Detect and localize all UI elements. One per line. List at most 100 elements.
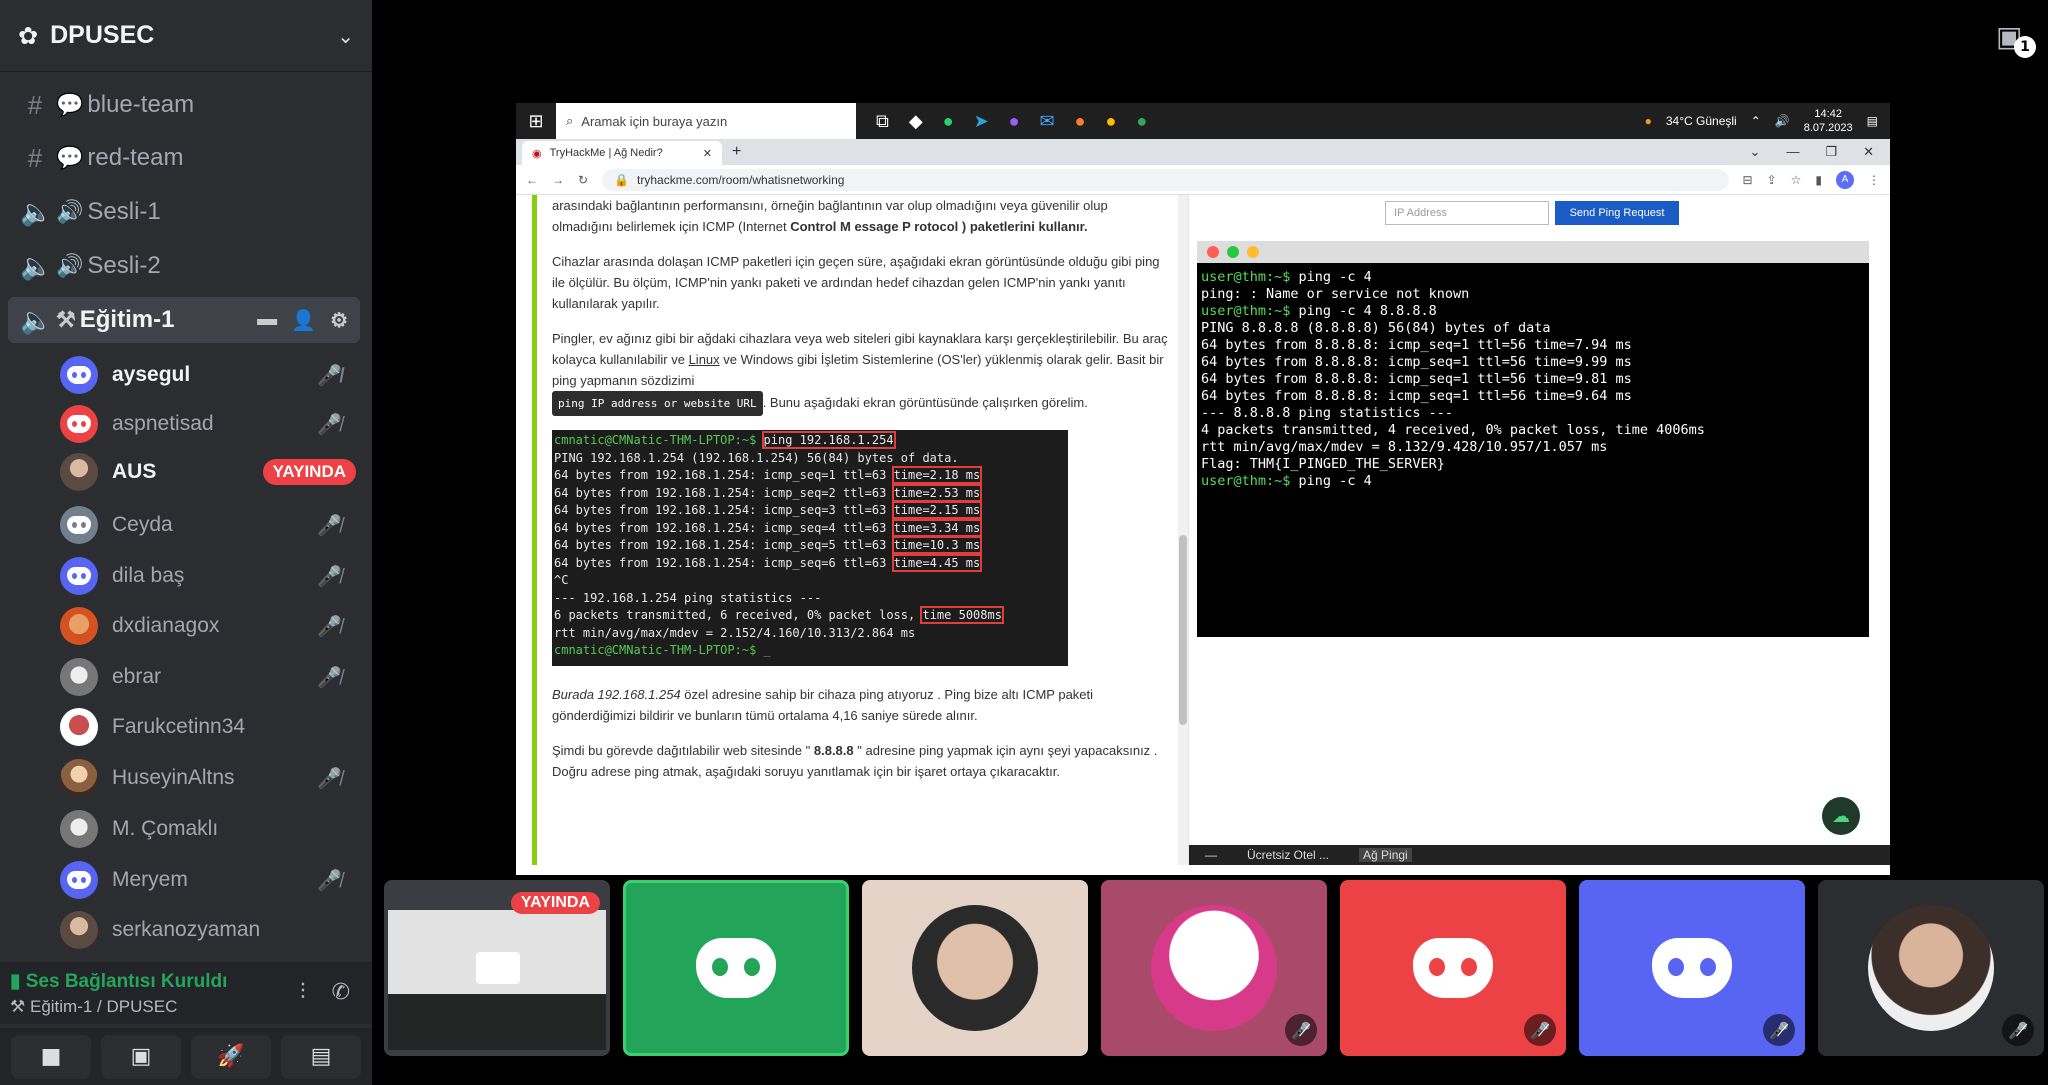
participant-tile-screen[interactable]: YAYINDA <box>384 880 610 1056</box>
voice-user[interactable]: M. Çomaklı <box>60 806 364 852</box>
cloud-icon[interactable]: ☁ <box>1822 797 1860 835</box>
screen-share-stream[interactable]: ⊞ ⌕ Aramak için buraya yazın ⧉ ◆ ● ➤ ● ✉… <box>516 103 1890 875</box>
whatsapp-icon[interactable]: ● <box>943 111 954 132</box>
ip-address-input[interactable]: IP Address <box>1385 201 1549 225</box>
linux-link[interactable]: Linux <box>689 352 720 367</box>
scrollbar-thumb[interactable] <box>1179 535 1187 725</box>
terminal-window[interactable]: user@thm:~$ ping -c 4 ping: : Name or se… <box>1197 241 1869 637</box>
participant-tile[interactable]: 🎤̸ <box>1818 880 2044 1056</box>
scrollbar[interactable] <box>1178 195 1188 865</box>
url-field[interactable]: 🔒 tryhackme.com/room/whatisnetworking <box>602 168 1729 191</box>
voice-connection-panel: ▮ Ses Bağlantısı Kuruldı ⚒ Eğitim-1 / DP… <box>0 962 372 1024</box>
new-tab-icon[interactable]: + <box>732 143 741 161</box>
translate-icon[interactable]: ⊟ <box>1743 173 1753 187</box>
reload-icon[interactable]: ↻ <box>578 173 588 187</box>
app-icon[interactable]: ◆ <box>909 111 923 132</box>
bookmark-star-icon[interactable]: ☆ <box>1791 173 1802 187</box>
profile-avatar[interactable]: A <box>1836 170 1854 189</box>
disconnect-icon[interactable]: ✆ <box>332 980 350 1005</box>
share-icon[interactable]: ⇪ <box>1767 173 1777 187</box>
text: Control <box>790 219 837 234</box>
participant-tile[interactable]: 🎤̸ <box>1579 880 1805 1056</box>
notification-icon[interactable]: ▤ <box>1867 114 1878 128</box>
line: rtt min/avg/max/mdev = 8.132/9.428/10.95… <box>1201 439 1608 455</box>
volume-icon[interactable]: 🔊 <box>1775 114 1790 128</box>
telegram-icon[interactable]: ➤ <box>974 111 989 132</box>
taskbar-search[interactable]: ⌕ Aramak için buraya yazın <box>556 103 856 139</box>
activity-button[interactable]: 🚀 <box>191 1034 271 1079</box>
participant-tile[interactable] <box>623 880 849 1056</box>
voice-user[interactable]: dxdianagox 🎤̸ <box>60 603 364 649</box>
article-paragraph: arasındaki bağlantının performansını, ör… <box>552 195 1172 237</box>
forward-icon[interactable]: → <box>552 173 564 187</box>
minimize-icon[interactable]: — <box>1786 144 1799 160</box>
screen-share-button[interactable]: ▣ <box>101 1034 181 1079</box>
task-view-icon[interactable]: ⧉ <box>876 111 889 132</box>
voice-user[interactable]: ebrar 🎤̸ <box>60 654 364 700</box>
voice-user[interactable]: Farukcetinn34 <box>60 704 364 750</box>
server-header[interactable]: ✿ DPUSEC ⌄ <box>0 0 372 72</box>
discord-logo-icon <box>67 366 91 384</box>
voice-user[interactable]: HuseyinAltns 🎤̸ <box>60 755 364 801</box>
firefox-icon[interactable]: ● <box>1075 111 1086 132</box>
maximize-dot-icon[interactable] <box>1227 246 1239 258</box>
voice-user[interactable]: serkanozyaman <box>60 907 364 953</box>
text: M essage P rotocol ) paketlerini kullanı… <box>836 219 1088 234</box>
tab-ag-pingi[interactable]: Ağ Pingi <box>1359 848 1412 862</box>
close-tab-icon[interactable]: ✕ <box>703 147 712 160</box>
channel-egitim-1[interactable]: 🔈 ⚒ Eğitim-1 ▬ 👤 ⚙ <box>8 297 360 343</box>
menu-kebab-icon[interactable]: ⋮ <box>1868 173 1880 187</box>
windows-start-icon[interactable]: ⊞ <box>516 111 556 132</box>
text: . Bunu aşağıdaki ekran görüntüsünde çalı… <box>762 395 1088 410</box>
voice-user[interactable]: aysegul 🎤̸ <box>60 352 364 398</box>
participant-tile[interactable]: 🎤̸ <box>1340 880 1566 1056</box>
send-ping-button[interactable]: Send Ping Request <box>1555 201 1679 225</box>
camera-button[interactable]: ■ <box>11 1034 91 1079</box>
voice-user[interactable]: AUS YAYINDA <box>60 449 364 495</box>
mic-muted-icon: 🎤̸ <box>317 869 342 892</box>
channel-sesli-1[interactable]: 🔈 🔊 Sesli-1 <box>8 189 360 235</box>
line: 64 bytes from 192.168.1.254: icmp_seq=4 … <box>554 520 894 535</box>
avatar <box>60 453 98 491</box>
time: time=2.15 ms <box>891 501 983 519</box>
line: --- 192.168.1.254 ping statistics --- <box>554 590 822 605</box>
voice-user[interactable]: Ceyda 🎤̸ <box>60 502 364 548</box>
user-name: Meryem <box>112 868 188 891</box>
noise-suppression-icon[interactable]: ⫶ <box>300 980 306 1005</box>
channel-red-team[interactable]: # 💬 red-team <box>8 135 360 181</box>
avatar <box>60 557 98 595</box>
chat-icon[interactable]: ▬ <box>257 308 277 333</box>
tab-otel[interactable]: Ücretsiz Otel ... <box>1247 848 1329 862</box>
user-name: dila baş <box>112 564 185 587</box>
minus-icon[interactable]: — <box>1205 848 1217 862</box>
participant-tile[interactable]: 🎤̸ <box>1101 880 1327 1056</box>
back-icon[interactable]: ← <box>526 173 538 187</box>
tab-search-icon[interactable]: ⌄ <box>1750 144 1761 160</box>
mail-icon[interactable]: ✉ <box>1040 111 1055 132</box>
server-icon: ✿ <box>18 21 39 50</box>
chevron-down-icon[interactable]: ⌄ <box>337 24 354 48</box>
channel-sesli-2[interactable]: 🔈 🔊 Sesli-2 <box>8 243 360 289</box>
chrome-active-icon[interactable]: ● <box>1136 111 1147 132</box>
chrome-icon[interactable]: ● <box>1106 111 1117 132</box>
close-dot-icon[interactable] <box>1207 246 1219 258</box>
gear-icon[interactable]: ⚙ <box>330 308 348 333</box>
clock[interactable]: 14:42 8.07.2023 <box>1804 107 1853 135</box>
threads-button[interactable]: ▣ 1 <box>1996 20 2036 60</box>
soundboard-button[interactable]: ▤ <box>281 1034 361 1079</box>
browser-tab[interactable]: ◉ TryHackMe | Ağ Nedir? ✕ <box>522 141 722 165</box>
time: time=3.34 ms <box>891 518 983 537</box>
tray-chevron-icon[interactable]: ⌃ <box>1751 114 1761 128</box>
restore-icon[interactable]: ❐ <box>1825 144 1837 160</box>
invite-icon[interactable]: 👤 <box>291 308 316 333</box>
sidebar-icon[interactable]: ▮ <box>1815 173 1822 187</box>
voice-user[interactable]: Meryem 🎤̸ <box>60 857 364 903</box>
voice-user[interactable]: dila baş 🎤̸ <box>60 553 364 599</box>
close-window-icon[interactable]: ✕ <box>1863 144 1874 160</box>
messenger-icon[interactable]: ● <box>1009 111 1020 132</box>
channel-blue-team[interactable]: # 💬 blue-team <box>8 82 360 128</box>
participant-tile[interactable] <box>862 880 1088 1056</box>
prompt: cmnatic@CMNatic-THM-LPTOP:~$ _ <box>554 643 771 657</box>
voice-user[interactable]: aspnetisad 🎤̸ <box>60 401 364 447</box>
minimize-dot-icon[interactable] <box>1247 246 1259 258</box>
